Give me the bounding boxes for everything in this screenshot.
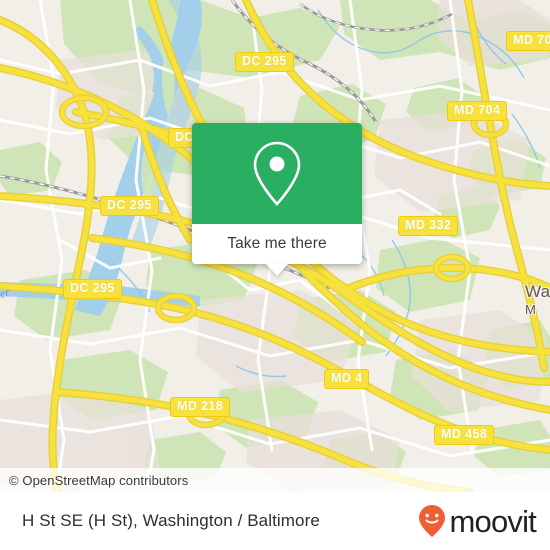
road-shield: DC 295 [235, 52, 294, 72]
map-pin-icon [253, 141, 301, 206]
popup-footer[interactable]: Take me there [192, 224, 362, 276]
map-canvas[interactable]: DC 295 MD 704 MD 704 DC 295 DC 295 MD 33… [0, 0, 550, 492]
road-shield: MD 332 [398, 216, 459, 236]
road-shield: DC 295 [63, 279, 122, 299]
take-me-there-label: Take me there [227, 235, 327, 252]
place-label-line1: Wa [525, 282, 550, 301]
map-attribution-bar: © OpenStreetMap contributors [0, 468, 550, 492]
popup-pointer-tail [265, 263, 289, 276]
footer-bar: H St SE (H St), Washington / Baltimore m… [0, 492, 550, 550]
road-shield: MD 704 [506, 31, 550, 51]
moovit-wordmark: moovit [449, 503, 536, 539]
road-shield: MD 704 [447, 101, 508, 121]
osm-attribution-text[interactable]: © OpenStreetMap contributors [0, 473, 188, 488]
place-label: Wa M [525, 282, 550, 317]
moovit-pin-icon [419, 505, 446, 537]
location-title: H St SE (H St), Washington / Baltimore [22, 511, 320, 530]
moovit-logo[interactable]: moovit [417, 504, 550, 538]
moovit-map-page: DC 295 MD 704 MD 704 DC 295 DC 295 MD 33… [0, 0, 550, 550]
popup-header [192, 123, 362, 224]
road-shield: DC 295 [100, 196, 159, 216]
place-label-line2: M [525, 302, 537, 317]
road-shield: MD 458 [434, 425, 495, 445]
road-shield: MD 218 [170, 397, 231, 417]
road-shield: MD 4 [324, 369, 370, 389]
destination-popup[interactable]: Take me there [192, 123, 362, 276]
